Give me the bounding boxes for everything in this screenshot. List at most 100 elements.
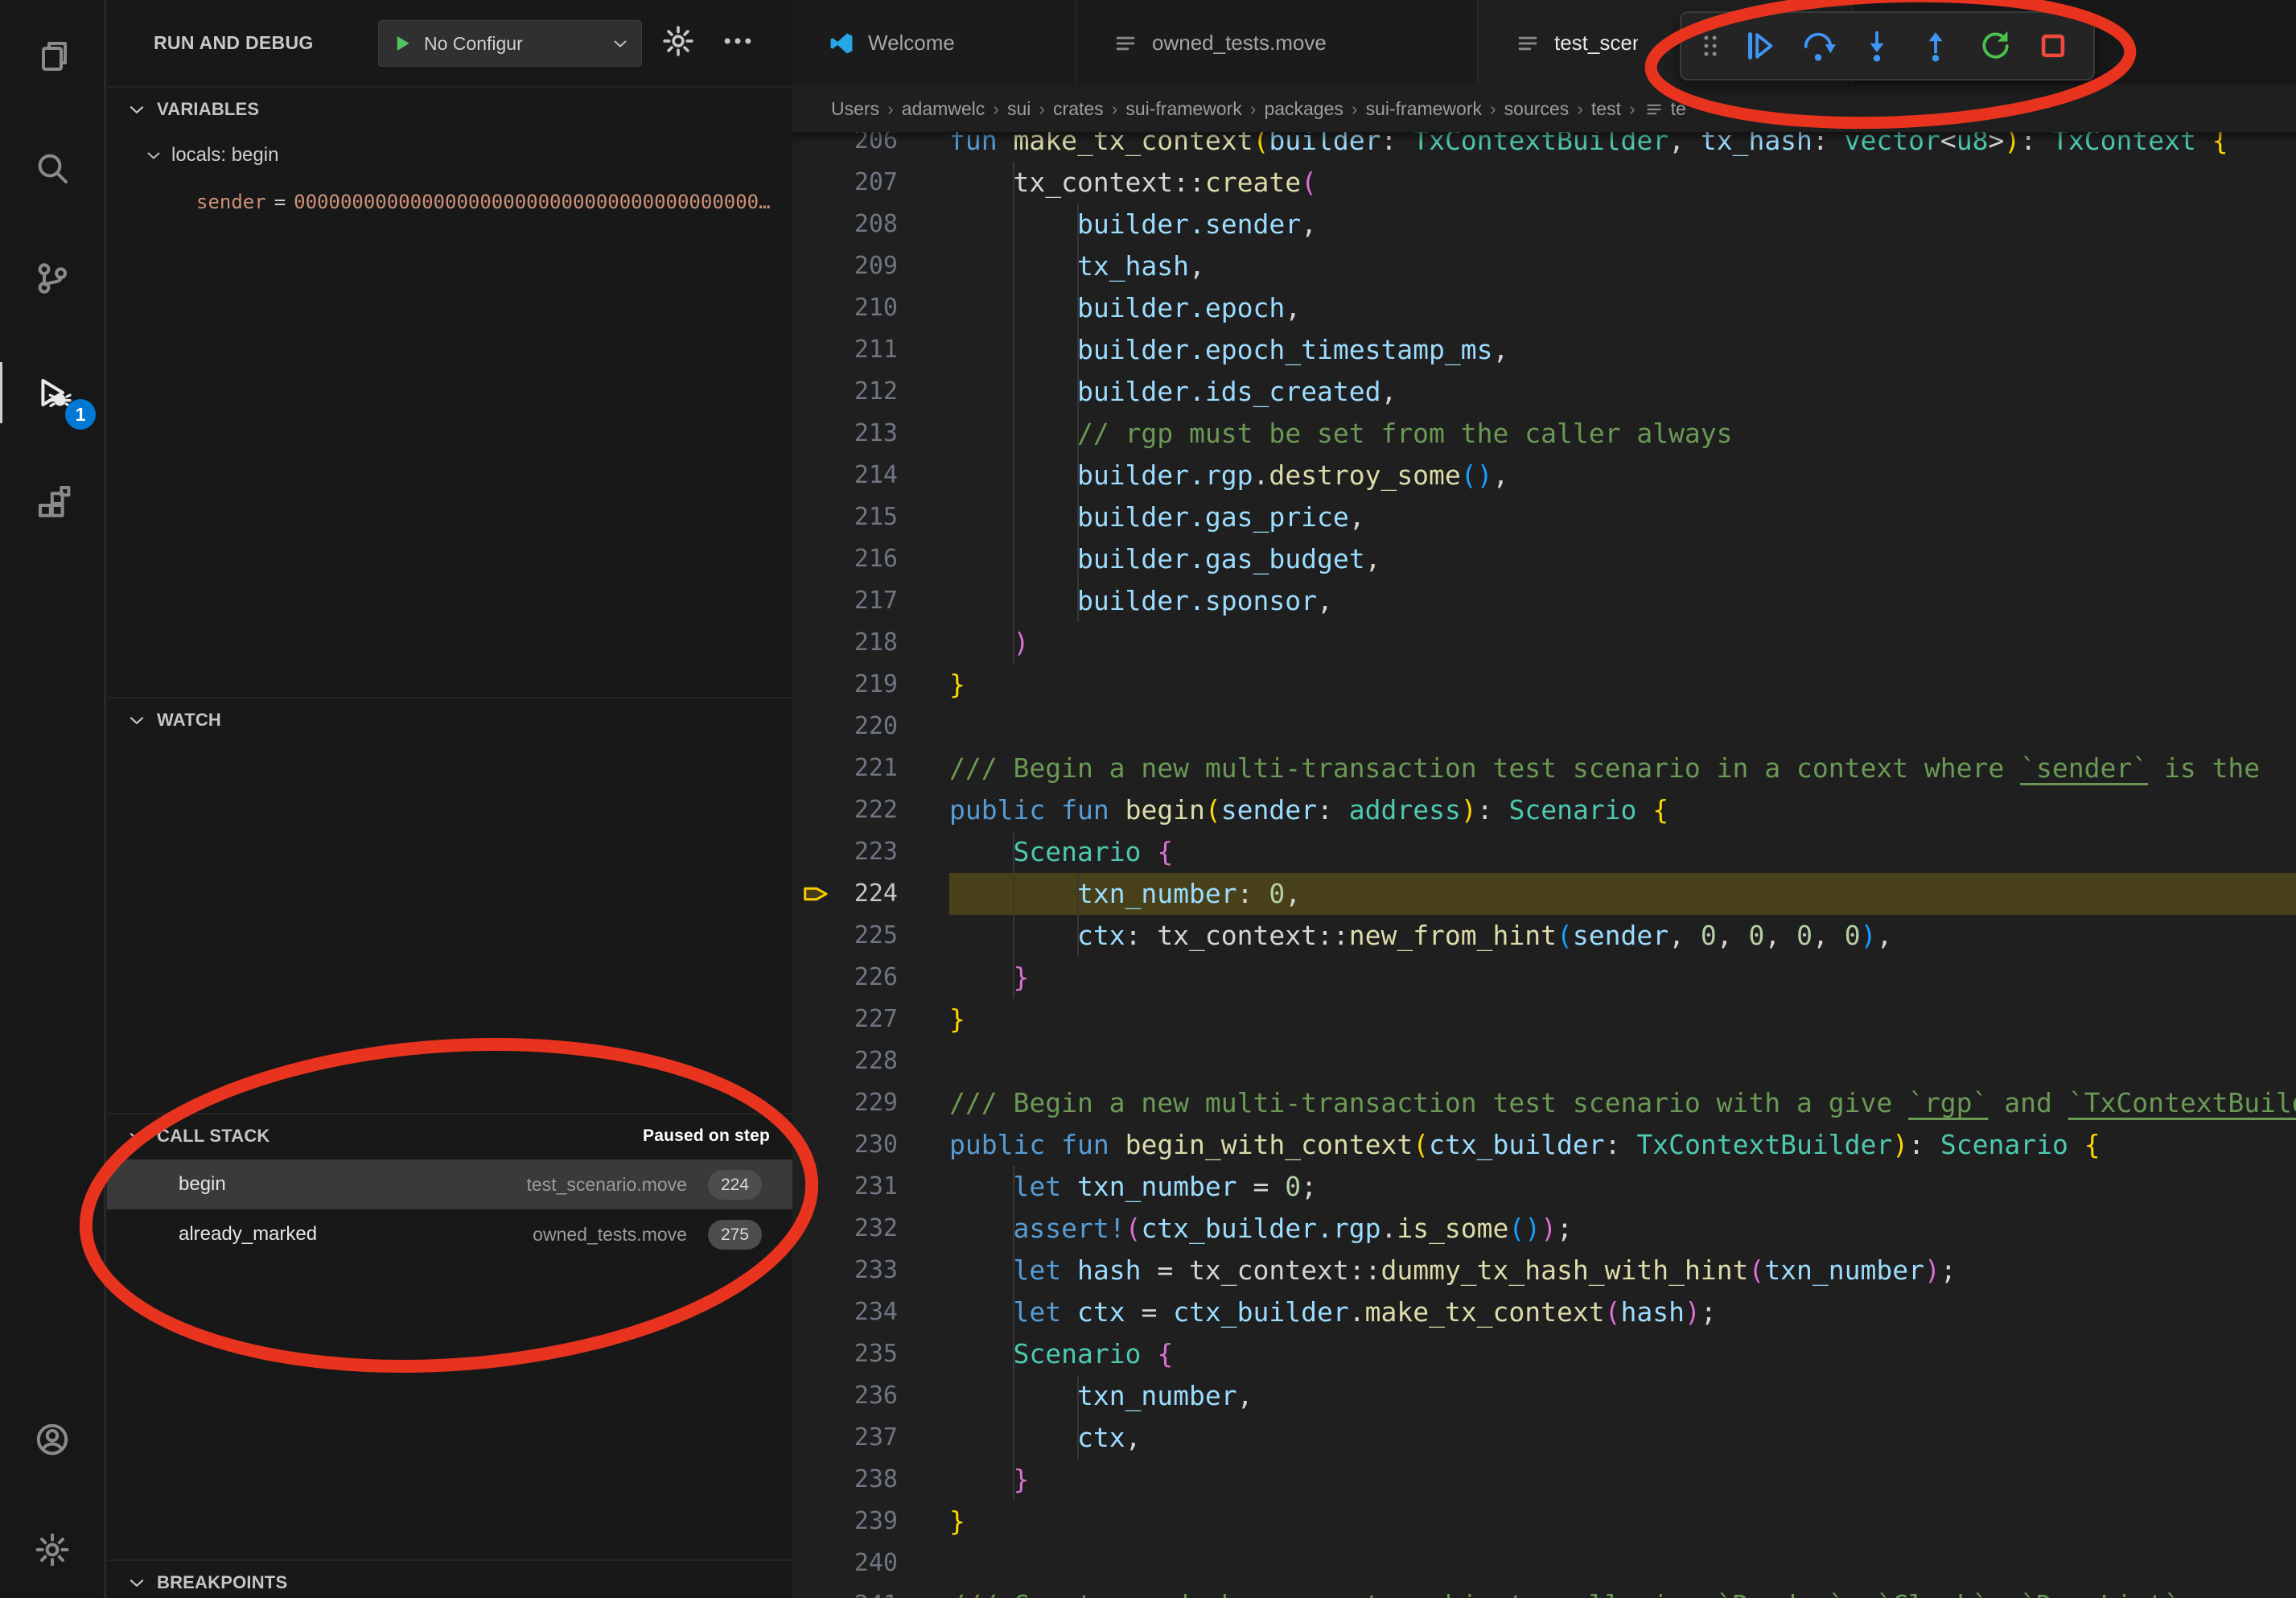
more-actions-icon[interactable] bbox=[720, 23, 755, 59]
activity-search[interactable] bbox=[0, 128, 104, 208]
line-number[interactable]: 223 bbox=[843, 831, 898, 873]
glyph-margin[interactable] bbox=[792, 831, 843, 873]
line-text[interactable]: } bbox=[949, 957, 2296, 999]
line-text[interactable]: assert!(ctx_builder.rgp.is_some()); bbox=[949, 1208, 2296, 1250]
line-number[interactable]: 209 bbox=[843, 245, 898, 287]
line-number[interactable]: 226 bbox=[843, 957, 898, 999]
debug-config-dropdown[interactable]: No Configur bbox=[378, 20, 642, 67]
line-number[interactable]: 241 bbox=[843, 1584, 898, 1598]
restart-button[interactable] bbox=[1976, 27, 2013, 64]
glyph-margin[interactable] bbox=[792, 455, 843, 496]
line-number[interactable]: 227 bbox=[843, 999, 898, 1040]
glyph-margin[interactable] bbox=[792, 538, 843, 580]
line-number[interactable]: 218 bbox=[843, 622, 898, 664]
line-text[interactable]: let txn_number = 0; bbox=[949, 1166, 2296, 1208]
line-number[interactable]: 221 bbox=[843, 748, 898, 789]
line-number[interactable]: 216 bbox=[843, 538, 898, 580]
glyph-margin[interactable] bbox=[792, 1375, 843, 1417]
glyph-margin[interactable] bbox=[792, 957, 843, 999]
step-over-button[interactable] bbox=[1800, 27, 1837, 64]
glyph-margin[interactable] bbox=[792, 496, 843, 538]
start-debug-icon[interactable] bbox=[390, 31, 414, 56]
continue-button[interactable] bbox=[1741, 27, 1778, 64]
breadcrumb-item[interactable]: packages bbox=[1264, 98, 1343, 120]
glyph-margin[interactable] bbox=[792, 329, 843, 371]
line-number[interactable]: 230 bbox=[843, 1124, 898, 1166]
tab-Welcome[interactable]: Welcome bbox=[792, 0, 1076, 86]
line-number[interactable]: 235 bbox=[843, 1333, 898, 1375]
line-text[interactable]: txn_number: 0, bbox=[949, 873, 2296, 915]
step-out-button[interactable] bbox=[1917, 27, 1954, 64]
glyph-margin[interactable] bbox=[792, 706, 843, 748]
line-number[interactable]: 234 bbox=[843, 1291, 898, 1333]
line-number[interactable]: 206 bbox=[843, 132, 898, 162]
glyph-margin[interactable] bbox=[792, 1040, 843, 1082]
stack-frame-already_marked[interactable]: already_markedowned_tests.move275 bbox=[107, 1209, 792, 1259]
line-text[interactable]: builder.sender, bbox=[949, 204, 2296, 245]
line-number[interactable]: 228 bbox=[843, 1040, 898, 1082]
line-text[interactable]: let hash = tx_context::dummy_tx_hash_wit… bbox=[949, 1250, 2296, 1291]
glyph-margin[interactable] bbox=[792, 1291, 843, 1333]
line-text[interactable]: fun make_tx_context(builder: TxContextBu… bbox=[949, 132, 2296, 162]
glyph-margin[interactable] bbox=[792, 1250, 843, 1291]
drag-handle-button[interactable] bbox=[1696, 27, 1725, 64]
line-text[interactable]: /// Begin a new multi-transaction test s… bbox=[949, 748, 2296, 789]
tab-owned_tests.move[interactable]: owned_tests.move bbox=[1076, 0, 1479, 86]
breadcrumb-item[interactable]: sui-framework bbox=[1125, 98, 1241, 120]
glyph-margin[interactable] bbox=[792, 1501, 843, 1542]
line-number[interactable]: 220 bbox=[843, 706, 898, 748]
line-number[interactable]: 233 bbox=[843, 1250, 898, 1291]
variable-row-sender[interactable]: sender = 0000000000000000000000000000000… bbox=[107, 180, 792, 224]
glyph-margin[interactable] bbox=[792, 1417, 843, 1459]
variables-scope-row[interactable]: locals: begin bbox=[107, 134, 792, 177]
glyph-margin[interactable] bbox=[792, 287, 843, 329]
breadcrumb-item[interactable]: sui bbox=[1007, 98, 1031, 120]
line-text[interactable]: /// Creates and shares system objects, a… bbox=[949, 1584, 2296, 1598]
line-number[interactable]: 208 bbox=[843, 204, 898, 245]
breadcrumb-item[interactable]: sui-framework bbox=[1366, 98, 1482, 120]
line-number[interactable]: 222 bbox=[843, 789, 898, 831]
glyph-margin[interactable] bbox=[792, 664, 843, 706]
stack-frame-begin[interactable]: begintest_scenario.move224 bbox=[107, 1159, 792, 1209]
glyph-margin[interactable] bbox=[792, 204, 843, 245]
debug-settings-gear-icon[interactable] bbox=[660, 23, 696, 59]
line-text[interactable]: } bbox=[949, 664, 2296, 706]
variables-section-header[interactable]: VARIABLES bbox=[107, 86, 792, 131]
line-text[interactable]: tx_context::create( bbox=[949, 162, 2296, 204]
glyph-margin[interactable] bbox=[792, 1124, 843, 1166]
line-text[interactable]: } bbox=[949, 999, 2296, 1040]
activity-settings[interactable] bbox=[0, 1509, 104, 1590]
line-number[interactable]: 214 bbox=[843, 455, 898, 496]
line-number[interactable]: 232 bbox=[843, 1208, 898, 1250]
glyph-margin[interactable] bbox=[792, 1208, 843, 1250]
line-text[interactable]: ctx: tx_context::new_from_hint(sender, 0… bbox=[949, 915, 2296, 957]
glyph-margin[interactable] bbox=[792, 789, 843, 831]
breadcrumb-item[interactable]: adamwelc bbox=[902, 98, 985, 120]
code-viewport[interactable]: 206 fun make_tx_context(builder: TxContex… bbox=[792, 132, 2296, 1598]
breadcrumb-item[interactable]: crates bbox=[1053, 98, 1104, 120]
line-number[interactable]: 239 bbox=[843, 1501, 898, 1542]
glyph-margin[interactable] bbox=[792, 580, 843, 622]
callstack-section-header[interactable]: CALL STACK Paused on step bbox=[107, 1113, 792, 1158]
line-text[interactable] bbox=[949, 1542, 2296, 1584]
line-number[interactable]: 225 bbox=[843, 915, 898, 957]
glyph-margin[interactable] bbox=[792, 748, 843, 789]
line-text[interactable]: ) bbox=[949, 622, 2296, 664]
watch-section-header[interactable]: WATCH bbox=[107, 697, 792, 742]
line-text[interactable]: builder.epoch, bbox=[949, 287, 2296, 329]
glyph-margin[interactable] bbox=[792, 245, 843, 287]
line-number[interactable]: 240 bbox=[843, 1542, 898, 1584]
activity-explorer[interactable] bbox=[0, 15, 104, 96]
step-into-button[interactable] bbox=[1858, 27, 1895, 64]
line-number[interactable]: 215 bbox=[843, 496, 898, 538]
glyph-margin[interactable] bbox=[792, 873, 843, 915]
line-text[interactable]: /// Begin a new multi-transaction test s… bbox=[949, 1082, 2296, 1124]
line-number[interactable]: 237 bbox=[843, 1417, 898, 1459]
glyph-margin[interactable] bbox=[792, 1333, 843, 1375]
line-text[interactable]: Scenario { bbox=[949, 831, 2296, 873]
line-number[interactable]: 229 bbox=[843, 1082, 898, 1124]
line-text[interactable]: } bbox=[949, 1459, 2296, 1501]
glyph-margin[interactable] bbox=[792, 1166, 843, 1208]
line-text[interactable]: builder.gas_price, bbox=[949, 496, 2296, 538]
glyph-margin[interactable] bbox=[792, 1542, 843, 1584]
